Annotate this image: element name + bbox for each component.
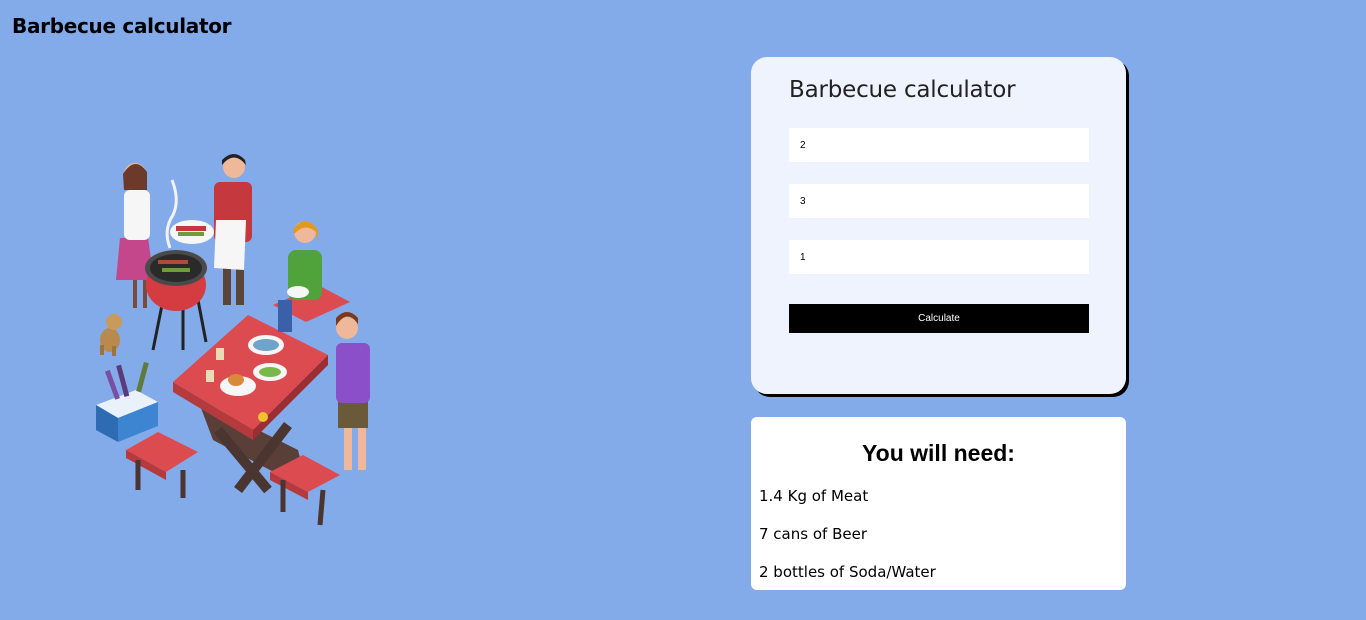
calculate-button[interactable]: Calculate [789,304,1089,333]
result-soda-water: 2 bottles of Soda/Water [759,563,936,581]
result-meat: 1.4 Kg of Meat [759,487,869,505]
page-title: Barbecue calculator [12,14,232,38]
person-purple-shirt-icon [336,312,370,470]
barbecue-party-illustration [96,154,370,526]
result-beer: 7 cans of Beer [759,525,867,543]
cooler-icon [96,361,158,442]
calculator-title: Barbecue calculator [789,77,1016,103]
result-heading: You will need: [862,440,1015,466]
women-input[interactable] [789,184,1089,218]
grill-icon [145,179,208,351]
calculator-card: Barbecue calculator Calculate [751,57,1126,394]
dog-icon [100,314,122,356]
children-input[interactable] [789,240,1089,274]
result-card: You will need: 1.4 Kg of Meat 7 cans of … [751,417,1126,590]
men-input[interactable] [789,128,1089,162]
